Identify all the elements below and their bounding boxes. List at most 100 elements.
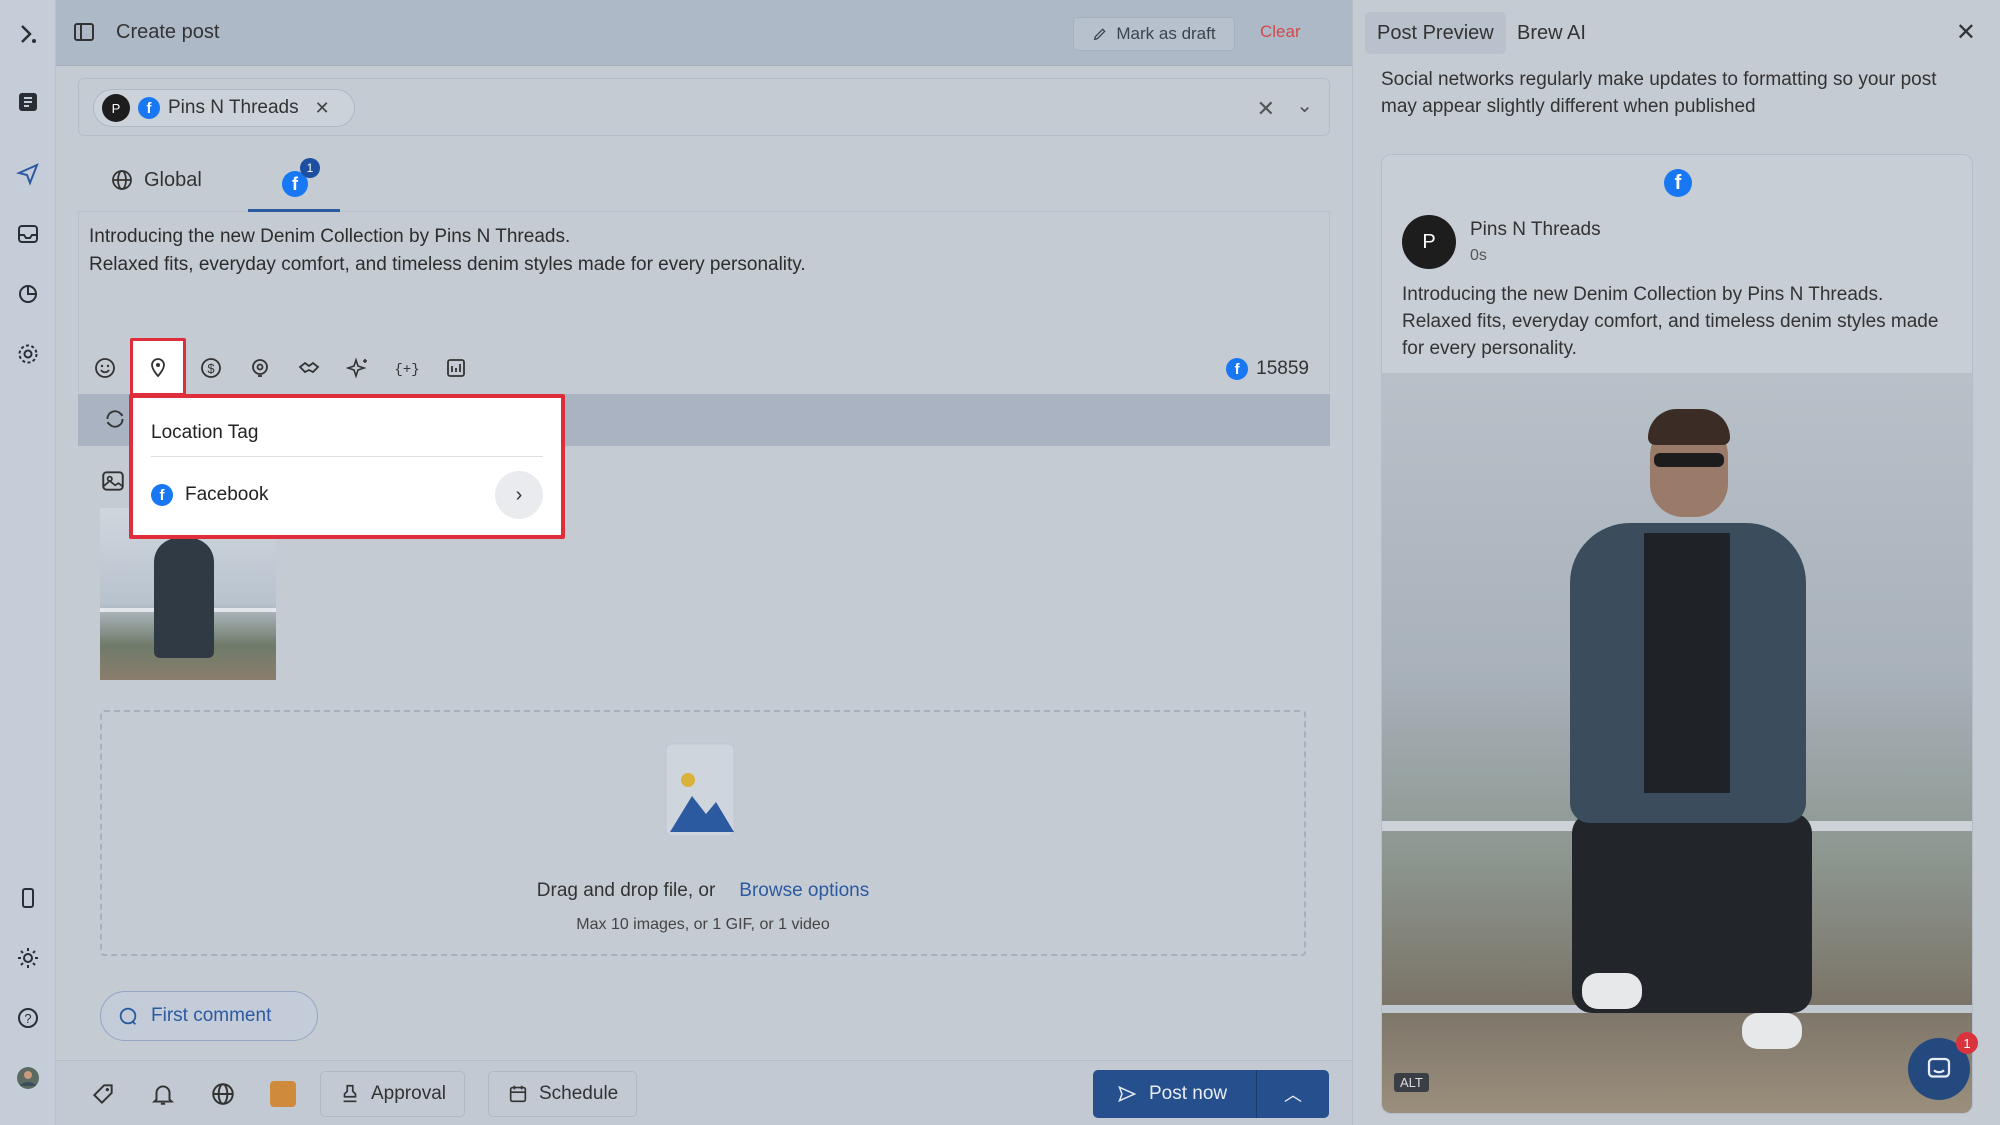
mobile-icon[interactable] [14, 884, 42, 912]
calendar-icon [509, 1085, 527, 1103]
analytics-icon[interactable] [14, 280, 42, 308]
post-now-label: Post now [1149, 1083, 1228, 1104]
svg-text:?: ? [24, 1011, 31, 1026]
draft-icon [1094, 28, 1107, 41]
schedule-button[interactable]: Schedule [488, 1071, 638, 1117]
user-avatar[interactable] [14, 1064, 42, 1092]
post-text-line[interactable]: Introducing the new Denim Collection by … [89, 226, 570, 248]
account-chip[interactable]: P f Pins N Threads ✕ [93, 89, 355, 127]
account-avatar: P [102, 94, 130, 122]
tab-brew-ai[interactable]: Brew AI [1505, 12, 1598, 54]
remove-account-icon[interactable]: ✕ [315, 98, 330, 119]
editor-bottombar: Approval Schedule Post now ︿ [56, 1060, 1352, 1125]
comment-icon [119, 1007, 137, 1025]
ai-sparkle-icon[interactable] [342, 352, 374, 384]
tab-post-preview[interactable]: Post Preview [1365, 12, 1506, 54]
media-library-icon[interactable] [440, 352, 472, 384]
mark-as-draft-button[interactable]: Mark as draft [1073, 17, 1235, 51]
chat-support-button[interactable]: 1 [1908, 1032, 1978, 1100]
facebook-post-preview: f P Pins N Threads 0s Introducing the ne… [1381, 154, 1973, 1114]
account-name: Pins N Threads [168, 97, 299, 118]
svg-text:$: $ [207, 361, 215, 376]
stamp-icon [343, 1084, 357, 1103]
post-text-line[interactable]: Relaxed fits, everyday comfort, and time… [89, 254, 806, 276]
facebook-icon: f [1226, 358, 1249, 380]
preview-note: Social networks regularly make updates t… [1381, 69, 1937, 117]
character-count: 15859 [1256, 358, 1309, 379]
location-option-facebook[interactable]: f Facebook › [151, 470, 543, 520]
tab-facebook[interactable]: f 1 [248, 158, 340, 212]
sidebar-toggle-icon[interactable] [72, 20, 96, 44]
post-editor: Create post Mark as draft Clear P f Pins… [56, 0, 1352, 1125]
divider [151, 456, 543, 457]
chevron-right-icon[interactable]: › [495, 471, 543, 519]
svg-text:{+}: {+} [395, 362, 419, 378]
color-label-swatch[interactable] [270, 1081, 296, 1107]
tab-global-label: Global [144, 168, 202, 191]
preview-body: Introducing the new Denim Collection by … [1402, 284, 1939, 359]
character-counter: f 15859 [1226, 358, 1309, 380]
dollar-icon[interactable]: $ [195, 352, 227, 384]
chat-icon [1927, 1057, 1951, 1078]
preview-timestamp: 0s [1470, 247, 1487, 264]
post-now-button[interactable]: Post now ︿ [1093, 1070, 1329, 1118]
post-text-editor[interactable]: Introducing the new Denim Collection by … [78, 212, 1330, 396]
chat-badge: 1 [1956, 1032, 1978, 1054]
preview-account-name: Pins N Threads [1470, 219, 1601, 240]
facebook-icon: f [1664, 169, 1692, 197]
tab-badge: 1 [300, 158, 320, 178]
preview-photo: ALT [1382, 373, 1972, 1113]
theme-icon[interactable] [14, 944, 42, 972]
schedule-label: Schedule [539, 1083, 619, 1104]
tab-global[interactable]: Global [110, 168, 202, 192]
book-icon[interactable] [14, 88, 42, 116]
image-icon[interactable] [100, 468, 126, 494]
facebook-icon: f [138, 97, 160, 119]
mark-as-draft-label: Mark as draft [1116, 24, 1216, 43]
left-rail: ? [0, 0, 56, 1125]
clear-button[interactable]: Clear [1260, 22, 1301, 42]
bell-icon[interactable] [150, 1081, 176, 1107]
clear-accounts-icon[interactable]: ✕ [1257, 96, 1275, 122]
help-icon[interactable]: ? [14, 1004, 42, 1032]
emoji-icon[interactable] [89, 352, 121, 384]
dropzone-limits: Max 10 images, or 1 GIF, or 1 video [576, 916, 830, 933]
editor-topbar: Create post Mark as draft Clear [56, 0, 1352, 66]
editor-toolbar: $ {+} [89, 338, 472, 396]
browse-options-link[interactable]: Browse options [739, 880, 869, 901]
handshake-icon[interactable] [293, 352, 325, 384]
approval-button[interactable]: Approval [320, 1071, 465, 1117]
globe-icon [112, 170, 132, 190]
chevron-up-icon[interactable]: ︿ [1257, 1081, 1329, 1107]
account-selector[interactable]: P f Pins N Threads ✕ ✕ ⌄ [78, 78, 1330, 136]
chevron-down-icon[interactable]: ⌄ [1296, 93, 1313, 118]
location-tag-popup: Location Tag f Facebook › [129, 394, 565, 539]
alt-badge[interactable]: ALT [1394, 1073, 1429, 1092]
logo-icon[interactable] [14, 20, 42, 48]
media-dropzone[interactable]: Drag and drop file, or Browse options Max… [100, 710, 1306, 956]
post-now-main[interactable]: Post now [1093, 1070, 1257, 1118]
account-avatar: P [1402, 215, 1456, 269]
settings-icon[interactable] [14, 340, 42, 368]
close-icon[interactable]: ✕ [1956, 18, 1976, 47]
send-icon [1118, 1085, 1137, 1103]
preview-panel: Post Preview Brew AI ✕ Social networks r… [1352, 0, 2000, 1125]
first-comment-button[interactable]: First comment [100, 991, 318, 1041]
globe-icon[interactable] [210, 1081, 236, 1107]
broadcast-icon[interactable] [244, 352, 276, 384]
first-comment-label: First comment [151, 1005, 272, 1026]
location-option-label: Facebook [185, 484, 269, 505]
dropzone-text: Drag and drop file, or Browse options [102, 880, 1304, 902]
image-upload-icon [665, 743, 735, 837]
approval-label: Approval [371, 1083, 446, 1104]
send-icon[interactable] [14, 160, 42, 188]
sync-icon[interactable] [102, 406, 128, 432]
tag-icon[interactable] [90, 1081, 116, 1107]
dropzone-label: Drag and drop file, or [536, 880, 716, 901]
location-pin-icon[interactable] [130, 338, 186, 396]
inbox-icon[interactable] [14, 220, 42, 248]
popup-title: Location Tag [151, 422, 259, 443]
page-title: Create post [116, 21, 220, 43]
variables-icon[interactable]: {+} [391, 352, 423, 384]
network-tabs: Global f 1 [78, 152, 1330, 212]
